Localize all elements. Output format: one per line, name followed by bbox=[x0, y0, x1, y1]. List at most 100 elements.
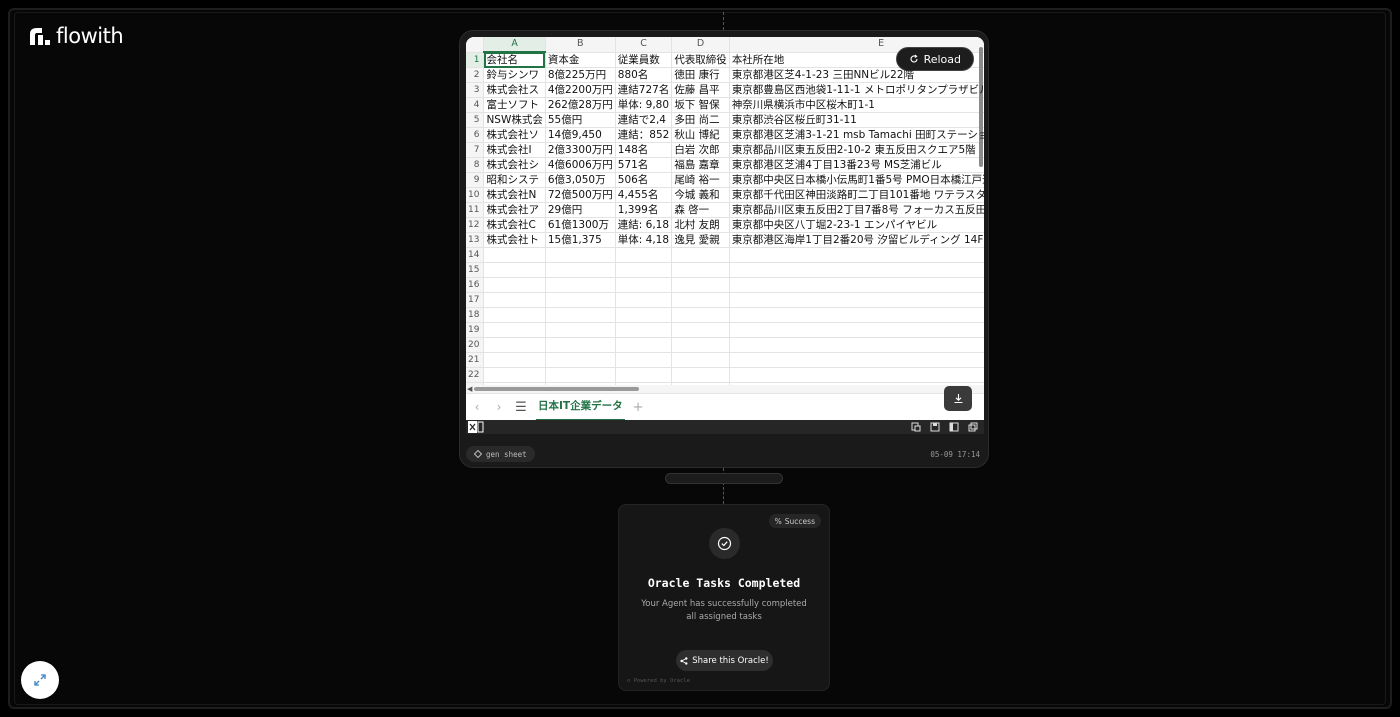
grid-cell[interactable] bbox=[729, 262, 984, 278]
grid-cell[interactable]: 白岩 次郎 bbox=[671, 142, 730, 158]
row-number[interactable]: 5 bbox=[466, 112, 485, 128]
select-all-corner[interactable] bbox=[466, 37, 485, 53]
grid-cell[interactable]: 東京都中央区八丁堀2-23-1 エンパイヤビル bbox=[729, 217, 984, 233]
grid-cell[interactable]: 1,399名 bbox=[615, 202, 673, 218]
grid-cell[interactable]: 571名 bbox=[615, 157, 673, 173]
grid-cell[interactable]: 神奈川県横浜市中区桜木町1-1 bbox=[729, 97, 984, 113]
grid-cell[interactable]: 秋山 博紀 bbox=[671, 127, 730, 143]
grid-cell[interactable] bbox=[671, 292, 730, 308]
grid-cell[interactable] bbox=[615, 262, 673, 278]
horizontal-scrollbar-thumb[interactable] bbox=[474, 387, 639, 391]
grid-cell[interactable]: 株式会社C bbox=[483, 217, 546, 233]
grid-cell[interactable]: 代表取締役 bbox=[671, 52, 730, 68]
grid-cell[interactable] bbox=[671, 322, 730, 338]
row-number[interactable]: 3 bbox=[466, 82, 485, 98]
grid-cell[interactable]: 株式会社ア bbox=[483, 202, 546, 218]
grid-cell[interactable] bbox=[545, 367, 616, 383]
grid-cell[interactable] bbox=[671, 367, 730, 383]
scroll-left-icon[interactable]: ◀ bbox=[467, 385, 472, 393]
row-number[interactable]: 13 bbox=[466, 232, 485, 248]
row-number[interactable]: 10 bbox=[466, 187, 485, 203]
grid-cell[interactable]: 単体: 9,80 bbox=[615, 97, 673, 113]
node-handle[interactable] bbox=[665, 473, 783, 484]
row-number[interactable]: 22 bbox=[466, 367, 485, 383]
grid-cell[interactable]: 148名 bbox=[615, 142, 673, 158]
grid-cell[interactable]: 4,455名 bbox=[615, 187, 673, 203]
grid-cell[interactable]: 72億500万円 bbox=[545, 187, 616, 203]
grid-cell[interactable]: 会社名 bbox=[483, 52, 546, 68]
grid-cell[interactable]: 4億2200万円 bbox=[545, 82, 616, 98]
grid-cell[interactable]: 15億1,375 bbox=[545, 232, 616, 248]
grid-cell[interactable]: 坂下 智保 bbox=[671, 97, 730, 113]
grid-cell[interactable] bbox=[671, 352, 730, 368]
grid-cell[interactable] bbox=[729, 247, 984, 263]
grid-cell[interactable]: 東京都千代田区神田淡路町二丁目101番地 ワテラスタワー bbox=[729, 187, 984, 203]
grid-cell[interactable]: 森 啓一 bbox=[671, 202, 730, 218]
grid-cell[interactable]: 鈴与シンワ bbox=[483, 67, 546, 83]
grid-cell[interactable]: 連結で2,4 bbox=[615, 112, 673, 128]
grid-cell[interactable]: 北村 友朗 bbox=[671, 217, 730, 233]
tool-chip[interactable]: gen sheet bbox=[466, 446, 535, 462]
grid-cell[interactable] bbox=[545, 307, 616, 323]
grid-cell[interactable]: 55億円 bbox=[545, 112, 616, 128]
grid-cell[interactable]: 連結: 6,18 bbox=[615, 217, 673, 233]
grid-cell[interactable]: 富士ソフト bbox=[483, 97, 546, 113]
grid-cell[interactable] bbox=[483, 367, 546, 383]
grid-cell[interactable]: 2億3300万円 bbox=[545, 142, 616, 158]
grid-cell[interactable] bbox=[671, 337, 730, 353]
column-header[interactable]: B bbox=[545, 37, 616, 53]
copy-file-icon[interactable] bbox=[911, 422, 921, 432]
grid-cell[interactable] bbox=[729, 352, 984, 368]
grid-cell[interactable] bbox=[545, 277, 616, 293]
row-number[interactable]: 9 bbox=[466, 172, 485, 188]
grid-cell[interactable] bbox=[545, 337, 616, 353]
grid-cell[interactable] bbox=[615, 292, 673, 308]
grid-cell[interactable]: 東京都港区芝浦4丁目13番23号 MS芝浦ビル bbox=[729, 157, 984, 173]
panel-layout-icon[interactable] bbox=[949, 422, 959, 432]
grid-cell[interactable]: 単体: 4,18 bbox=[615, 232, 673, 248]
row-number[interactable]: 18 bbox=[466, 307, 485, 323]
grid-cell[interactable] bbox=[729, 307, 984, 323]
grid-cell[interactable]: 逸見 愛親 bbox=[671, 232, 730, 248]
grid-cell[interactable]: 株式会社ソ bbox=[483, 127, 546, 143]
grid-cell[interactable]: 連結727名 bbox=[615, 82, 673, 98]
grid-cell[interactable] bbox=[615, 322, 673, 338]
grid-cell[interactable] bbox=[615, 247, 673, 263]
sheet-tab[interactable]: 日本IT企業データ bbox=[536, 394, 625, 420]
grid-cell[interactable]: 株式会社N bbox=[483, 187, 546, 203]
grid-cell[interactable] bbox=[729, 322, 984, 338]
grid-cell[interactable] bbox=[483, 262, 546, 278]
row-number[interactable]: 15 bbox=[466, 262, 485, 278]
grid-cell[interactable] bbox=[671, 277, 730, 293]
grid-cell[interactable]: 東京都中央区日本橋小伝馬町1番5号 PMO日本橋江戸通 bbox=[729, 172, 984, 188]
row-number[interactable]: 8 bbox=[466, 157, 485, 173]
grid-cell[interactable] bbox=[729, 277, 984, 293]
row-number[interactable]: 19 bbox=[466, 322, 485, 338]
grid-cell[interactable]: 株式会社ト bbox=[483, 232, 546, 248]
grid-cell[interactable]: 東京都品川区東五反田2丁目7番8号 フォーカス五反田ビル bbox=[729, 202, 984, 218]
row-number[interactable]: 7 bbox=[466, 142, 485, 158]
grid-cell[interactable]: NSW株式会 bbox=[483, 112, 546, 128]
row-number[interactable]: 6 bbox=[466, 127, 485, 143]
grid-cell[interactable]: 東京都港区芝浦3-1-21 msb Tamachi 田町ステーションタワー bbox=[729, 127, 984, 143]
grid-cell[interactable] bbox=[483, 292, 546, 308]
grid-cell[interactable] bbox=[545, 352, 616, 368]
grid-cell[interactable] bbox=[545, 262, 616, 278]
grid-cell[interactable]: 従業員数 bbox=[615, 52, 673, 68]
grid-cell[interactable] bbox=[483, 337, 546, 353]
grid-cell[interactable] bbox=[671, 307, 730, 323]
row-number[interactable]: 4 bbox=[466, 97, 485, 113]
grid-cell[interactable]: 多田 尚二 bbox=[671, 112, 730, 128]
row-number[interactable]: 12 bbox=[466, 217, 485, 233]
grid-cell[interactable]: 連結：852 bbox=[615, 127, 673, 143]
spreadsheet-grid[interactable]: ABCDEFGHI 1会社名資本金従業員数代表取締役本社所在地2鈴与シンワ8億2… bbox=[466, 37, 984, 385]
grid-cell[interactable] bbox=[615, 337, 673, 353]
grid-cell[interactable] bbox=[615, 307, 673, 323]
grid-cell[interactable] bbox=[483, 247, 546, 263]
grid-cell[interactable]: 4億6006万円 bbox=[545, 157, 616, 173]
grid-cell[interactable]: 東京都渋谷区桜丘町31-11 bbox=[729, 112, 984, 128]
grid-cell[interactable] bbox=[615, 367, 673, 383]
grid-cell[interactable]: 本社所在地 bbox=[729, 52, 984, 68]
brand-logo[interactable]: flowith bbox=[28, 24, 124, 48]
grid-cell[interactable] bbox=[483, 277, 546, 293]
